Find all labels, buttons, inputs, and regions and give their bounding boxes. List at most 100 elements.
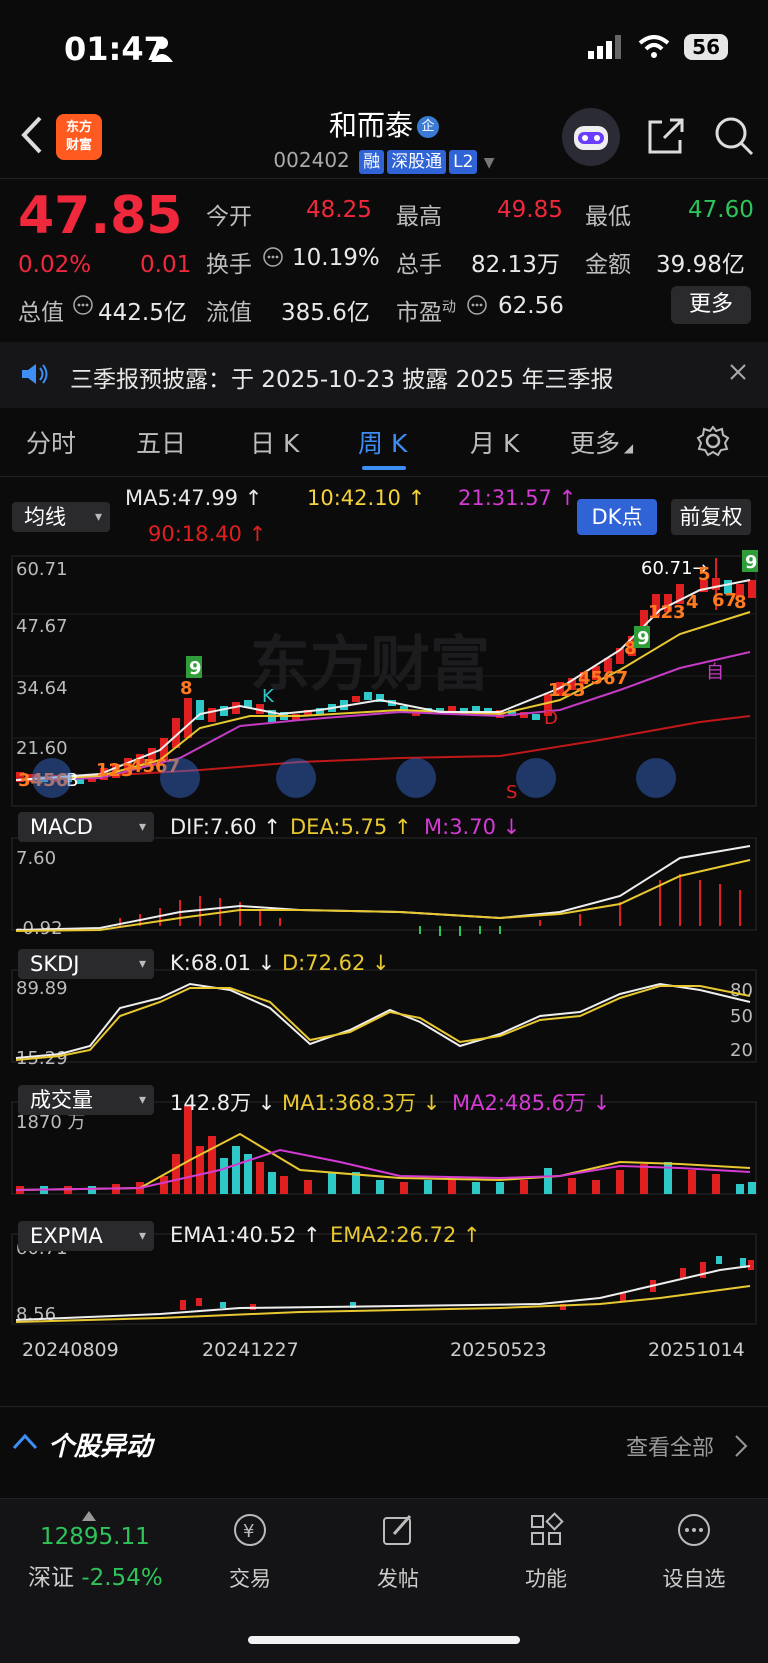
tag-l2: L2 (449, 150, 478, 174)
nav-trade-label: 交易 (229, 1567, 271, 1591)
nav-functions[interactable]: 功能 (486, 1510, 606, 1593)
volume-legend: 142.8万 ↓ (170, 1091, 276, 1115)
tab-monthly-k[interactable]: 月 K (470, 424, 519, 460)
zoom-minus-button[interactable] (160, 758, 200, 798)
x-date-2: 20241227 (202, 1339, 299, 1361)
svg-text:123: 123 (648, 602, 686, 623)
skdj-y-top: 89.89 (16, 978, 68, 999)
dk-point-button[interactable]: DK点 (577, 499, 657, 535)
info-icon[interactable] (72, 294, 94, 320)
edit-icon (383, 1515, 412, 1545)
fullscreen-button[interactable] (636, 758, 676, 798)
tab-intraday[interactable]: 分时 (26, 424, 76, 460)
ema2-legend: EMA2:26.72 ↑ (330, 1223, 481, 1247)
svg-text:9: 9 (189, 658, 202, 679)
tag-connect: 深股通 (387, 150, 447, 174)
volume-ma1-legend: MA1:368.3万 ↓ (282, 1091, 441, 1115)
index-ticker[interactable]: 深证 -2.54% (28, 1558, 163, 1592)
tag-margin: 融 (359, 150, 385, 174)
view-all-link[interactable]: 查看全部 (626, 1430, 714, 1462)
index-value[interactable]: 12895.11 (40, 1524, 150, 1550)
macd-histogram (119, 874, 741, 936)
marker-k: K (262, 686, 275, 707)
indicator-select-volume[interactable]: 成交量 (18, 1085, 154, 1115)
chevron-right-icon[interactable] (734, 1434, 748, 1462)
change-amount: 0.01 (140, 252, 192, 278)
pe-dynamic-sup: 动 (442, 299, 456, 316)
svg-text:8: 8 (734, 592, 747, 613)
ma21-legend: 21:31.57 ↑ (458, 486, 577, 510)
more-button[interactable]: 更多 (671, 286, 751, 324)
status-indicators: 56 (588, 34, 728, 60)
speaker-icon (20, 362, 50, 390)
forward-adjust-button[interactable]: 前复权 (671, 499, 751, 535)
nav-add-watchlist[interactable]: 设自选 (634, 1510, 754, 1593)
svg-text:9: 9 (745, 552, 758, 573)
open-value: 48.25 (306, 197, 372, 223)
last-price: 47.85 (18, 186, 183, 246)
float-cap-label: 流值 (206, 300, 252, 326)
chevron-down-icon[interactable]: ▼ (484, 155, 495, 171)
amount-value: 39.98亿 (656, 252, 745, 278)
caret-up-icon (82, 1506, 96, 1525)
share-icon[interactable] (644, 114, 688, 158)
grid-icon (531, 1512, 564, 1545)
volume-ma2-legend: MA2:485.6万 ↓ (452, 1091, 611, 1115)
tab-weekly-k[interactable]: 周 K (358, 424, 407, 460)
nav-post-label: 发帖 (377, 1567, 419, 1591)
svg-text:5: 5 (698, 564, 711, 585)
low-value: 47.60 (688, 197, 754, 223)
zoom-out-button[interactable] (32, 758, 72, 798)
notice-text[interactable]: 三季报预披露：于 2025-10-23 披露 2025 年三季报 (70, 360, 613, 394)
indicator-select-macd[interactable]: MACD (18, 812, 154, 842)
ma90-legend: 90:18.40 ↑ (148, 522, 267, 546)
ema1-line (15, 1265, 751, 1321)
nav-post[interactable]: 发帖 (338, 1510, 458, 1593)
high-label: 最高 (396, 204, 442, 230)
indicator-select-skdj[interactable]: SKDJ (18, 949, 154, 979)
tab-more[interactable]: 更多 ◢ (570, 424, 633, 460)
x-date-4: 20251014 (648, 1339, 745, 1361)
search-icon[interactable] (712, 114, 756, 158)
nav-trade[interactable]: ¥ 交易 (190, 1510, 310, 1593)
macd-dif-line (15, 845, 751, 931)
volume-y-top: 1870 万 (16, 1112, 86, 1133)
y-tick: 21.60 (16, 738, 68, 759)
chevron-up-icon[interactable] (12, 1432, 38, 1454)
pe-label: 市盈动 (396, 299, 456, 326)
low-label: 最低 (585, 204, 631, 230)
mktcap-value: 442.5亿 (98, 300, 187, 326)
turnover-label: 换手 (206, 252, 252, 278)
marker-s: S (506, 782, 517, 803)
macd-y-top: 7.60 (16, 848, 56, 869)
home-indicator[interactable] (248, 1636, 520, 1644)
turnover-value: 10.19% (292, 245, 380, 271)
pan-left-button[interactable] (396, 758, 436, 798)
volume-value: 82.13万 (471, 252, 560, 278)
macd-frame (11, 837, 757, 931)
tab-daily-k[interactable]: 日 K (250, 424, 299, 460)
pe-value: 62.56 (498, 293, 564, 319)
info-icon[interactable] (262, 246, 284, 272)
close-icon[interactable] (728, 362, 748, 386)
svg-text:9: 9 (637, 628, 650, 649)
settings-gear-icon[interactable] (696, 424, 730, 462)
assistant-robot-icon[interactable] (562, 108, 620, 166)
indicator-select-ma[interactable]: 均线 (12, 502, 110, 532)
zoom-plus-button[interactable] (276, 758, 316, 798)
high-value: 49.85 (497, 197, 563, 223)
macd-dea-legend: DEA:5.75 ↑ (290, 815, 412, 839)
stock-code: 002402 (273, 148, 350, 172)
ema2-line (15, 1285, 751, 1323)
tabs-divider (0, 476, 768, 477)
pan-right-button[interactable] (516, 758, 556, 798)
indicator-select-expma[interactable]: EXPMA (18, 1221, 154, 1251)
watermark: 东方财富 (250, 630, 490, 700)
index-name: 深证 (28, 1565, 74, 1591)
tab-five-day[interactable]: 五日 (136, 424, 186, 460)
battery-indicator: 56 (684, 34, 728, 60)
info-icon[interactable] (466, 294, 488, 320)
y-tick: 34.64 (16, 678, 68, 699)
skdj-d-legend: D:72.62 ↓ (282, 951, 390, 975)
macd-dif-legend: DIF:7.60 ↑ (170, 815, 281, 839)
